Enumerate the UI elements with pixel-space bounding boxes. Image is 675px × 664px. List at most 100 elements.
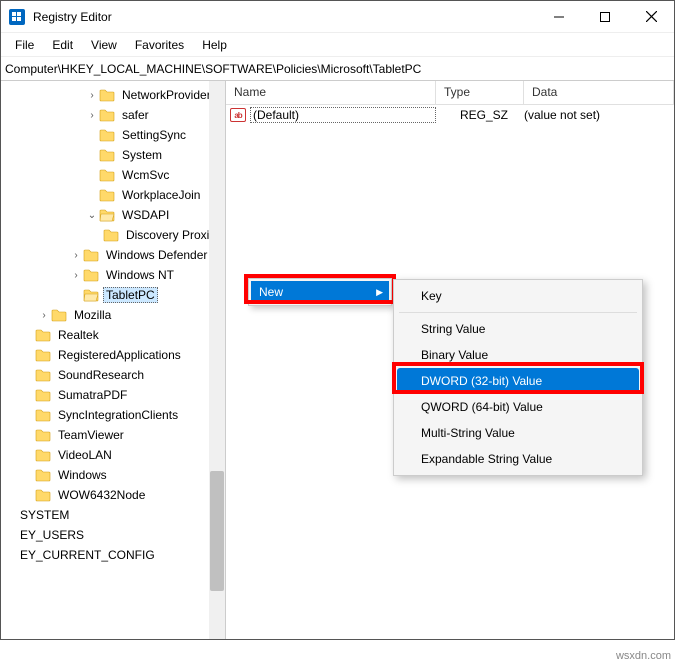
context-menu-item[interactable]: QWORD (64-bit) Value: [397, 394, 639, 420]
folder-icon: [35, 368, 51, 382]
scrollbar-thumb[interactable]: [210, 471, 224, 591]
tree-label: WorkplaceJoin: [119, 187, 203, 203]
context-new[interactable]: New ▶: [251, 281, 389, 303]
context-menu-label: Key: [421, 289, 442, 303]
tree-node[interactable]: Realtek: [3, 325, 225, 345]
tree-label: VideoLAN: [55, 447, 115, 463]
tree-node[interactable]: Discovery Proxies: [3, 225, 225, 245]
tree-label: SettingSync: [119, 127, 189, 143]
tree-label: Windows NT: [103, 267, 177, 283]
context-menu-label: Expandable String Value: [421, 452, 552, 466]
folder-icon: [99, 148, 115, 162]
context-menu-item[interactable]: Binary Value: [397, 342, 639, 368]
folder-icon: [99, 188, 115, 202]
tree-label: SyncIntegrationClients: [55, 407, 181, 423]
folder-icon: [103, 228, 119, 242]
maximize-button[interactable]: [582, 1, 628, 32]
chevron-right-icon[interactable]: ›: [69, 270, 83, 281]
tree-label: Mozilla: [71, 307, 114, 323]
folder-icon: [83, 248, 99, 262]
context-submenu: New ▶: [248, 278, 392, 306]
tree-node[interactable]: TeamViewer: [3, 425, 225, 445]
value-data: (value not set): [524, 108, 674, 122]
list-row[interactable]: ab (Default) REG_SZ (value not set): [226, 105, 674, 125]
context-menu-label: DWORD (32-bit) Value: [421, 374, 542, 388]
minimize-button[interactable]: [536, 1, 582, 32]
tree-label: WcmSvc: [119, 167, 172, 183]
tree-node[interactable]: › Windows NT: [3, 265, 225, 285]
context-menu-item[interactable]: Expandable String Value: [397, 446, 639, 472]
close-button[interactable]: [628, 1, 674, 32]
tree-node[interactable]: EY_CURRENT_CONFIG: [3, 545, 225, 565]
chevron-down-icon[interactable]: ⌄: [85, 210, 99, 221]
folder-icon: [99, 108, 115, 122]
context-menu-item[interactable]: Key: [397, 283, 639, 309]
folder-icon: [51, 308, 67, 322]
folder-icon: [35, 388, 51, 402]
value-name: (Default): [250, 107, 436, 123]
context-menu-label: Multi-String Value: [421, 426, 515, 440]
folder-icon: [35, 468, 51, 482]
tree-node[interactable]: EY_USERS: [3, 525, 225, 545]
tree-node[interactable]: RegisteredApplications: [3, 345, 225, 365]
column-type[interactable]: Type: [436, 81, 524, 104]
tree-node[interactable]: System: [3, 145, 225, 165]
tree-scrollbar[interactable]: [209, 81, 225, 639]
menubar: File Edit View Favorites Help: [1, 33, 674, 57]
context-menu-new: Key String ValueBinary Value DWORD (32-bit…: [393, 279, 643, 476]
tree-label: SumatraPDF: [55, 387, 130, 403]
tree-label: SYSTEM: [17, 507, 72, 523]
tree-node[interactable]: SumatraPDF: [3, 385, 225, 405]
tree-label: WSDAPI: [119, 207, 172, 223]
tree-label: EY_CURRENT_CONFIG: [17, 547, 158, 563]
column-name[interactable]: Name: [226, 81, 436, 104]
context-menu-item[interactable]: String Value: [397, 316, 639, 342]
tree-label: SoundResearch: [55, 367, 147, 383]
tree-node[interactable]: SettingSync: [3, 125, 225, 145]
folder-icon: [99, 168, 115, 182]
address-bar[interactable]: Computer\HKEY_LOCAL_MACHINE\SOFTWARE\Pol…: [1, 57, 674, 81]
tree-label: Windows: [55, 467, 110, 483]
menu-help[interactable]: Help: [194, 35, 235, 55]
folder-icon: [35, 488, 51, 502]
tree-node[interactable]: SYSTEM: [3, 505, 225, 525]
tree-node[interactable]: ⌄ WSDAPI: [3, 205, 225, 225]
folder-icon: [35, 348, 51, 362]
tree-node[interactable]: › safer: [3, 105, 225, 125]
folder-icon: [83, 268, 99, 282]
menu-edit[interactable]: Edit: [44, 35, 81, 55]
folder-icon: [35, 428, 51, 442]
tree-node[interactable]: VideoLAN: [3, 445, 225, 465]
tree-node[interactable]: › Windows Defender: [3, 245, 225, 265]
watermark: wsxdn.com: [616, 650, 671, 662]
tree-node[interactable]: WOW6432Node: [3, 485, 225, 505]
tree-pane[interactable]: ›NetworkProvider›saferSettingSyncSystemW…: [1, 81, 226, 639]
tree-node[interactable]: SoundResearch: [3, 365, 225, 385]
menu-file[interactable]: File: [7, 35, 42, 55]
chevron-right-icon[interactable]: ›: [85, 110, 99, 121]
tree-node[interactable]: WorkplaceJoin: [3, 185, 225, 205]
tree-label: safer: [119, 107, 152, 123]
folder-icon: [99, 208, 115, 222]
menu-separator: [399, 312, 637, 313]
tree-node[interactable]: Windows: [3, 465, 225, 485]
tree-node[interactable]: ›NetworkProvider: [3, 85, 225, 105]
tree-node[interactable]: TabletPC: [3, 285, 225, 305]
chevron-right-icon[interactable]: ›: [69, 250, 83, 261]
list-header: Name Type Data: [226, 81, 674, 105]
folder-icon: [35, 408, 51, 422]
menu-favorites[interactable]: Favorites: [127, 35, 192, 55]
chevron-right-icon[interactable]: ›: [85, 90, 99, 101]
tree-node[interactable]: SyncIntegrationClients: [3, 405, 225, 425]
tree-label: TeamViewer: [55, 427, 127, 443]
tree-label: Windows Defender: [103, 247, 210, 263]
column-data[interactable]: Data: [524, 81, 674, 104]
context-menu-item[interactable]: Multi-String Value: [397, 420, 639, 446]
chevron-right-icon[interactable]: ›: [37, 310, 51, 321]
context-menu-item[interactable]: DWORD (32-bit) Value: [397, 368, 639, 394]
window-controls: [536, 1, 674, 32]
tree-node[interactable]: WcmSvc: [3, 165, 225, 185]
regedit-icon: [9, 9, 25, 25]
menu-view[interactable]: View: [83, 35, 125, 55]
tree-node[interactable]: › Mozilla: [3, 305, 225, 325]
